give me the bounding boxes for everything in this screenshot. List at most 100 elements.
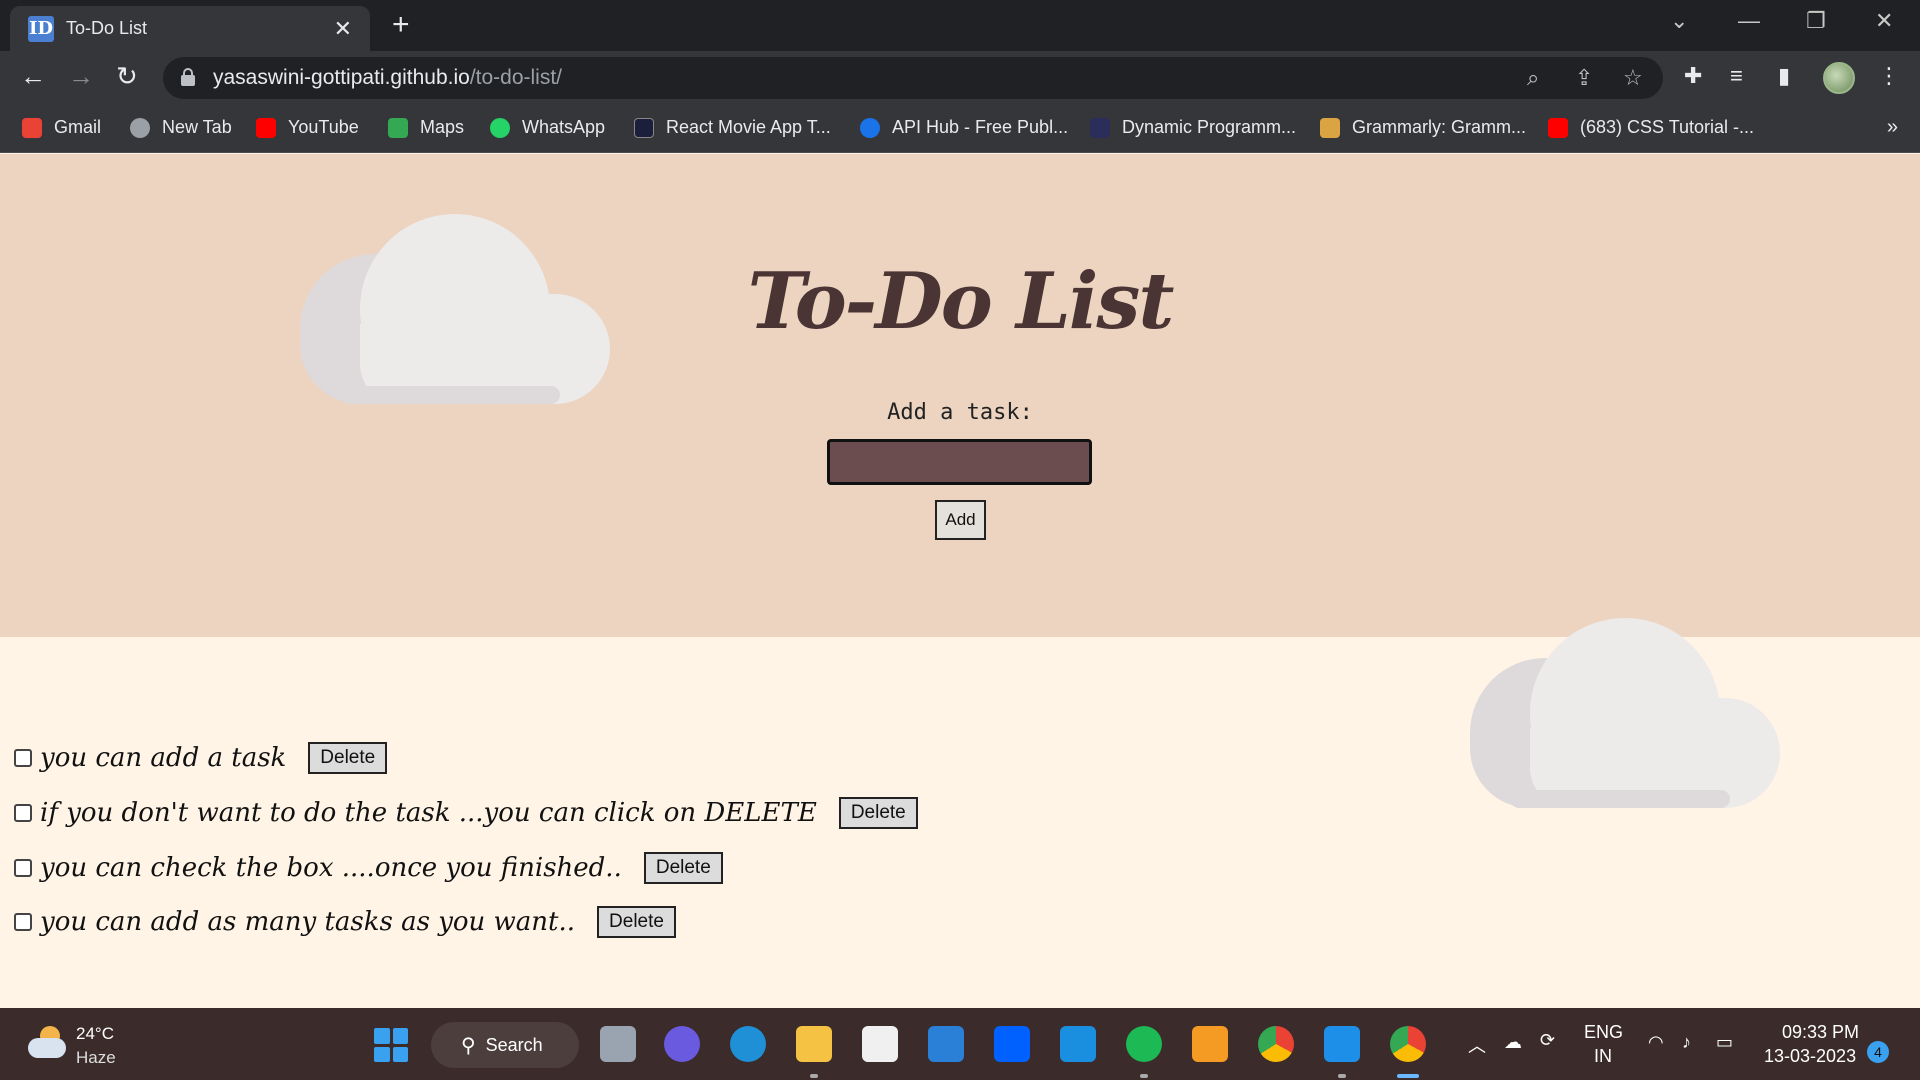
bookmark-grammarly[interactable]: Grammarly: Gramm... — [1320, 117, 1526, 138]
clock-time[interactable]: 09:33 PM — [1782, 1022, 1859, 1043]
chrome-profile-icon[interactable] — [1390, 1026, 1426, 1062]
windows-start-icon[interactable] — [374, 1028, 408, 1062]
bookmark-whatsapp[interactable]: WhatsApp — [490, 117, 605, 138]
task-view-icon[interactable] — [600, 1026, 636, 1062]
profile-avatar[interactable] — [1823, 62, 1855, 94]
bookmark-label: New Tab — [162, 117, 232, 137]
task-text: if you don't want to do the task ...you … — [40, 798, 817, 828]
dropbox-icon[interactable] — [994, 1026, 1030, 1062]
close-tab-icon[interactable]: ✕ — [334, 16, 352, 42]
edge-icon[interactable] — [730, 1026, 766, 1062]
bookmark-gmail[interactable]: Gmail — [22, 117, 101, 138]
page-icon — [1090, 117, 1110, 138]
bookmark-new-tab[interactable]: New Tab — [130, 117, 232, 138]
tray-overflow-icon[interactable]: ︿ — [1468, 1032, 1486, 1058]
task-item: you can add as many tasks as you want.. … — [14, 902, 676, 942]
tab-search-icon[interactable]: ⌄ — [1670, 8, 1688, 34]
zoom-search-icon[interactable]: ⌕ — [1527, 65, 1539, 91]
todo-favicon-icon: ID — [28, 15, 54, 42]
extensions-icon[interactable]: ✚ — [1684, 63, 1702, 89]
language-top[interactable]: ENG — [1584, 1022, 1623, 1043]
battery-icon[interactable]: ▭ — [1716, 1032, 1733, 1053]
delete-button[interactable]: Delete — [597, 906, 676, 938]
bookmark-label: Grammarly: Gramm... — [1352, 117, 1526, 137]
app-indicator — [810, 1074, 818, 1078]
app-indicator — [1140, 1074, 1148, 1078]
app-indicator — [1338, 1074, 1346, 1078]
bookmark-maps[interactable]: Maps — [388, 117, 464, 138]
side-panel-icon[interactable]: ▮ — [1778, 63, 1790, 89]
language-bottom[interactable]: IN — [1594, 1046, 1612, 1067]
minimize-icon[interactable]: — — [1738, 8, 1760, 34]
weather-temp[interactable]: 24°C — [76, 1024, 114, 1044]
delete-button[interactable]: Delete — [643, 852, 723, 884]
onedrive-icon[interactable]: ☁ — [1504, 1032, 1522, 1053]
menu-kebab-icon[interactable]: ⋮ — [1878, 63, 1900, 89]
volume-icon[interactable]: ♪ — [1682, 1032, 1691, 1053]
youtube-icon — [256, 117, 276, 138]
weather-desc[interactable]: Haze — [76, 1048, 116, 1068]
share-icon[interactable]: ⇪ — [1575, 65, 1593, 91]
mail-icon[interactable] — [928, 1026, 964, 1062]
search-label: Search — [485, 1034, 543, 1055]
bookmark-star-icon[interactable]: ☆ — [1623, 65, 1643, 91]
task-checkbox[interactable] — [14, 804, 32, 822]
delete-button[interactable]: Delete — [308, 742, 388, 774]
chrome-icon[interactable] — [1258, 1026, 1294, 1062]
bookmarks-overflow-icon[interactable]: » — [1887, 116, 1898, 139]
delete-button[interactable]: Delete — [838, 797, 918, 829]
active-app-indicator — [1397, 1074, 1419, 1078]
address-bar[interactable]: yasaswini-gottipati.github.io/to-do-list… — [163, 57, 1663, 99]
bookmark-label: React Movie App T... — [666, 117, 831, 137]
myhp-icon[interactable] — [1060, 1026, 1096, 1062]
weather-icon[interactable] — [26, 1026, 66, 1060]
restore-icon[interactable]: ❐ — [1806, 8, 1826, 34]
task-item: if you don't want to do the task ...you … — [14, 793, 918, 833]
media-control-icon[interactable]: ≡ — [1730, 63, 1743, 89]
bookmark-label: API Hub - Free Publ... — [892, 117, 1069, 137]
task-checkbox[interactable] — [14, 859, 32, 877]
bookmark-label: WhatsApp — [522, 117, 606, 137]
taskbar-search[interactable]: ⚲ Search — [431, 1022, 579, 1068]
add-button[interactable]: Add — [935, 500, 986, 540]
task-checkbox[interactable] — [14, 913, 32, 931]
new-tab-icon[interactable]: + — [392, 10, 410, 40]
spotify-icon[interactable] — [1126, 1026, 1162, 1062]
chat-icon[interactable] — [664, 1026, 700, 1062]
close-window-icon[interactable]: ✕ — [1875, 8, 1893, 34]
forward-icon[interactable]: → — [68, 63, 94, 89]
page-header — [0, 154, 1920, 637]
vscode-icon[interactable] — [1324, 1026, 1360, 1062]
wifi-icon[interactable]: ◠ — [1648, 1032, 1664, 1053]
task-item: you can check the box ....once you finis… — [14, 848, 723, 888]
react-icon — [634, 117, 654, 138]
url-domain: yasaswini-gottipati.github.io — [213, 66, 470, 89]
task-input[interactable] — [827, 439, 1092, 485]
task-checkbox[interactable] — [14, 749, 32, 767]
grammarly-icon — [1320, 117, 1340, 138]
apihub-icon — [860, 117, 880, 138]
store-icon[interactable] — [862, 1026, 898, 1062]
file-explorer-icon[interactable] — [796, 1026, 832, 1062]
windows-taskbar: 24°C Haze ⚲ Search ︿ ☁ ⟳ ENG IN ◠ ♪ ▭ 09:… — [0, 1008, 1920, 1080]
bookmark-dynamic-programming[interactable]: Dynamic Programm... — [1090, 117, 1296, 138]
search-icon: ⚲ — [461, 1034, 476, 1057]
sublime-icon[interactable] — [1192, 1026, 1228, 1062]
bookmark-api-hub[interactable]: API Hub - Free Publ... — [860, 117, 1068, 138]
reload-icon[interactable]: ↻ — [116, 63, 138, 89]
browser-tab[interactable]: ID To-Do List ✕ — [10, 6, 370, 51]
bookmark-css-tutorial[interactable]: (683) CSS Tutorial -... — [1548, 117, 1754, 138]
bookmark-label: (683) CSS Tutorial -... — [1580, 117, 1755, 137]
url-text[interactable]: yasaswini-gottipati.github.io/to-do-list… — [213, 66, 562, 90]
notification-badge[interactable]: 4 — [1867, 1041, 1889, 1063]
task-text: you can check the box ....once you finis… — [40, 853, 622, 883]
tab-title: To-Do List — [66, 18, 148, 38]
bookmark-label: Maps — [420, 117, 465, 137]
browser-toolbar: ← → ↻ yasaswini-gottipati.github.io/to-d… — [0, 51, 1920, 104]
back-icon[interactable]: ← — [20, 63, 46, 89]
sync-icon[interactable]: ⟳ — [1540, 1030, 1555, 1051]
bookmark-youtube[interactable]: YouTube — [256, 117, 359, 138]
bookmark-react-movie-app[interactable]: React Movie App T... — [634, 117, 831, 138]
gmail-icon — [22, 117, 42, 138]
clock-date[interactable]: 13-03-2023 — [1764, 1046, 1856, 1067]
